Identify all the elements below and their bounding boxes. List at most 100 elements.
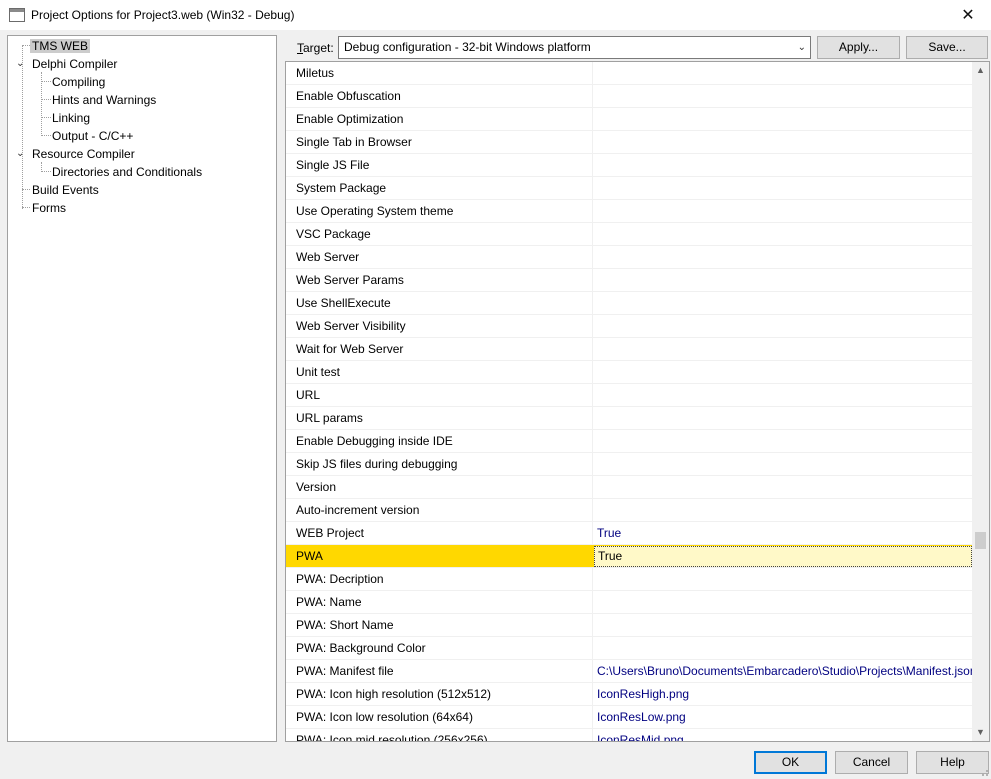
property-value[interactable] (594, 131, 972, 153)
tree-item-output[interactable]: Output - C/C++ (50, 127, 135, 145)
property-row[interactable]: Web Server Visibility (286, 315, 972, 338)
scroll-down-icon[interactable]: ▼ (972, 724, 989, 741)
ok-button[interactable]: OK (754, 751, 827, 774)
property-value[interactable] (594, 407, 972, 429)
property-name: Unit test (286, 361, 593, 383)
property-value[interactable] (594, 568, 972, 590)
property-value[interactable] (594, 108, 972, 130)
property-name: VSC Package (286, 223, 593, 245)
property-value[interactable] (594, 614, 972, 636)
property-row[interactable]: Web Server Params (286, 269, 972, 292)
tree-item-delphi-compiler[interactable]: Delphi Compiler (30, 55, 119, 73)
property-row[interactable]: PWA: Icon high resolution (512x512) IconR… (286, 683, 972, 706)
property-value[interactable] (594, 177, 972, 199)
property-value[interactable] (594, 246, 972, 268)
save-button[interactable]: Save... (906, 36, 988, 59)
property-name: Enable Optimization (286, 108, 593, 130)
property-row[interactable]: PWA: Manifest file C:\Users\Bruno\Documen… (286, 660, 972, 683)
tree-item-label: Delphi Compiler (32, 57, 118, 71)
property-row[interactable]: Version (286, 476, 972, 499)
property-row[interactable]: PWA: Icon low resolution (64x64) IconResL… (286, 706, 972, 729)
scroll-up-icon[interactable]: ▲ (972, 62, 989, 79)
property-row[interactable]: Unit test (286, 361, 972, 384)
property-name: PWA (296, 549, 323, 563)
property-row[interactable]: PWA: Icon mid resolution (256x256) IconRe… (286, 729, 972, 741)
tree-item-linking[interactable]: Linking (50, 109, 92, 127)
property-row[interactable]: Single JS File (286, 154, 972, 177)
property-row[interactable]: Enable Optimization (286, 108, 972, 131)
save-button-label: Save... (928, 40, 966, 54)
scrollbar-thumb[interactable] (975, 532, 986, 549)
property-row[interactable]: Web Server (286, 246, 972, 269)
property-value[interactable] (594, 223, 972, 245)
property-value[interactable]: C:\Users\Bruno\Documents\Embarcadero\Stu… (594, 660, 972, 682)
close-icon[interactable]: ✕ (945, 0, 991, 30)
tree-item-build-events[interactable]: Build Events (30, 181, 101, 199)
property-value[interactable] (594, 637, 972, 659)
property-value[interactable]: True (594, 546, 972, 567)
property-value[interactable] (594, 315, 972, 337)
vertical-scrollbar[interactable]: ▲ ▼ (972, 62, 989, 741)
tree-item-label: Directories and Conditionals (52, 165, 203, 179)
chevron-down-icon[interactable]: ⌄ (16, 149, 26, 159)
property-row[interactable]: URL params (286, 407, 972, 430)
property-value[interactable] (594, 338, 972, 360)
property-row[interactable]: PWA: Background Color (286, 637, 972, 660)
property-value[interactable]: IconResMid.png (594, 729, 972, 741)
tree-item-directories-and-conditionals[interactable]: Directories and Conditionals (50, 163, 204, 181)
property-row[interactable]: WEB Project True (286, 522, 972, 545)
property-row[interactable]: PWA: Short Name (286, 614, 972, 637)
apply-button[interactable]: Apply... (817, 36, 900, 59)
property-row[interactable]: Enable Debugging inside IDE (286, 430, 972, 453)
tree-item-tms-web[interactable]: TMS WEB (30, 37, 90, 55)
property-row[interactable]: PWA: Decription (286, 568, 972, 591)
property-value[interactable] (594, 269, 972, 291)
cancel-button[interactable]: Cancel (835, 751, 908, 774)
property-name: PWA: Short Name (286, 614, 593, 636)
property-row[interactable]: Single Tab in Browser (286, 131, 972, 154)
property-row[interactable]: Auto-increment version (286, 499, 972, 522)
tree-item-compiling[interactable]: Compiling (50, 73, 107, 91)
tree-item-label: TMS WEB (30, 39, 90, 53)
property-value[interactable]: True (594, 522, 972, 544)
property-row[interactable]: Miletus (286, 62, 972, 85)
property-value[interactable] (594, 361, 972, 383)
property-grid: Miletus Enable Obfuscation Enable Optimiza… (285, 61, 990, 742)
property-value[interactable] (594, 154, 972, 176)
property-row[interactable]: VSC Package (286, 223, 972, 246)
property-name: Web Server (286, 246, 593, 268)
target-select[interactable]: Debug configuration - 32-bit Windows pla… (338, 36, 811, 59)
property-name: PWA: Background Color (286, 637, 593, 659)
window-icon (9, 8, 25, 22)
property-value[interactable] (594, 200, 972, 222)
property-name: Single JS File (286, 154, 593, 176)
chevron-down-icon: ⌄ (797, 42, 806, 53)
resize-grip-icon[interactable] (979, 767, 989, 777)
property-value[interactable] (594, 591, 972, 613)
property-name: WEB Project (286, 522, 593, 544)
property-value[interactable]: IconResHigh.png (594, 683, 972, 705)
property-value[interactable] (594, 430, 972, 452)
tree-item-resource-compiler[interactable]: Resource Compiler (30, 145, 137, 163)
property-value[interactable] (594, 499, 972, 521)
property-row[interactable]: Use ShellExecute (286, 292, 972, 315)
property-row[interactable]: PWA True (286, 545, 972, 568)
property-row[interactable]: System Package (286, 177, 972, 200)
tree-item-forms[interactable]: Forms (30, 199, 68, 217)
property-row[interactable]: Enable Obfuscation (286, 85, 972, 108)
tree-item-label: Resource Compiler (32, 147, 135, 161)
property-row[interactable]: Wait for Web Server (286, 338, 972, 361)
property-row[interactable]: PWA: Name (286, 591, 972, 614)
property-value[interactable]: IconResLow.png (594, 706, 972, 728)
property-value[interactable] (594, 476, 972, 498)
property-value[interactable] (594, 85, 972, 107)
property-row[interactable]: URL (286, 384, 972, 407)
property-value[interactable] (594, 384, 972, 406)
property-value[interactable] (594, 62, 972, 84)
property-value[interactable] (594, 292, 972, 314)
tree-item-hints-and-warnings[interactable]: Hints and Warnings (50, 91, 158, 109)
property-value[interactable] (594, 453, 972, 475)
property-row[interactable]: Skip JS files during debugging (286, 453, 972, 476)
chevron-down-icon[interactable]: ⌄ (16, 59, 26, 69)
property-row[interactable]: Use Operating System theme (286, 200, 972, 223)
